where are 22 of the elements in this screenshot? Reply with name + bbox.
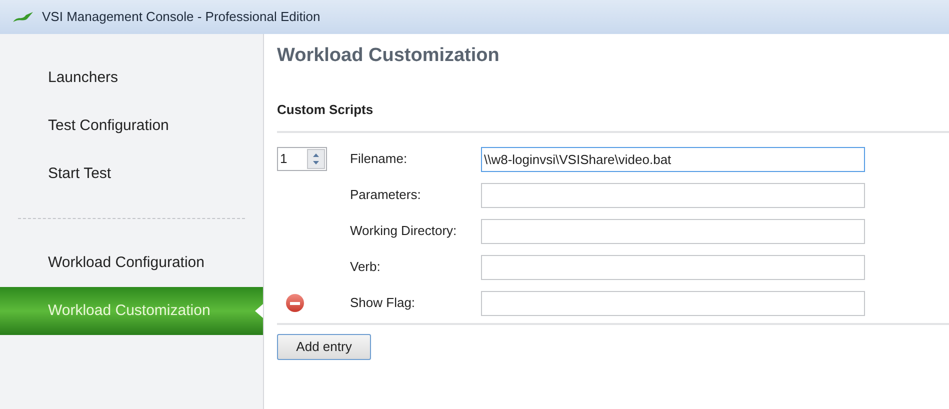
text-field[interactable]	[481, 218, 865, 244]
add-entry-button[interactable]: Add entry	[277, 334, 371, 360]
field-label: Verb:	[350, 258, 382, 276]
sidebar-item[interactable]: Test Configuration	[0, 102, 263, 150]
field-label: Show Flag:	[350, 294, 416, 312]
window-title: VSI Management Console - Professional Edition	[42, 8, 320, 26]
spinner-arrows-icon[interactable]	[307, 149, 325, 169]
text-field[interactable]: \\w8-loginvsi\VSIShare\video.bat	[481, 146, 865, 172]
text-field[interactable]	[481, 290, 865, 316]
field-label: Working Directory:	[350, 222, 458, 240]
section-heading: Custom Scripts	[277, 100, 374, 119]
remove-icon[interactable]	[286, 294, 304, 312]
field-label: Filename:	[350, 150, 408, 168]
page-title: Workload Customization	[277, 44, 500, 68]
text-field[interactable]	[481, 254, 865, 280]
sidebar-item[interactable]: Workload Configuration	[0, 239, 263, 287]
index-spinner[interactable]: 1	[277, 147, 327, 171]
text-field[interactable]	[481, 182, 865, 208]
app-logo-icon	[12, 11, 34, 23]
sidebar-item[interactable]: Start Test	[0, 150, 263, 198]
field-label: Parameters:	[350, 186, 422, 204]
sidebar-item[interactable]: Launchers	[0, 54, 263, 102]
